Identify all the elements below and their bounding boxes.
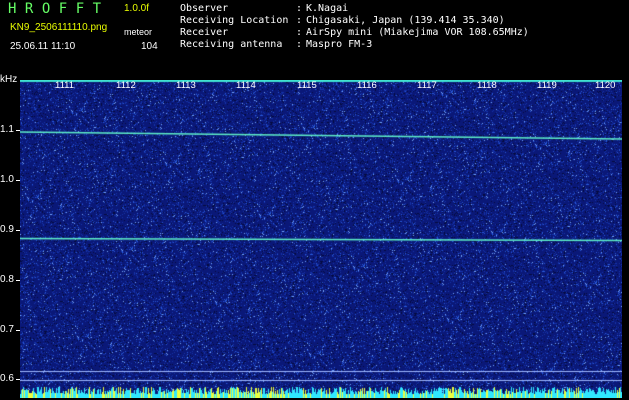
time-label: 1116 bbox=[357, 80, 377, 91]
info-separator: : bbox=[296, 39, 303, 50]
y-tick-label: 0.7 bbox=[0, 324, 14, 335]
time-label: 1118 bbox=[477, 80, 497, 91]
info-value: AirSpy mini (Miakejima VOR 108.65MHz) bbox=[306, 27, 529, 38]
datetime-label: 25.06.11 11:10 bbox=[10, 41, 76, 52]
info-separator: : bbox=[296, 15, 303, 26]
time-label: 1111 bbox=[55, 80, 75, 91]
y-tick-label: 0.8 bbox=[0, 274, 14, 285]
time-label: 1119 bbox=[537, 80, 557, 91]
meteor-label: meteor bbox=[124, 27, 153, 37]
y-tick-label: 1.1 bbox=[0, 124, 14, 135]
y-tick-label: 1.0 bbox=[0, 174, 14, 185]
info-label: Receiving Location bbox=[180, 15, 289, 26]
time-label: 1115 bbox=[297, 80, 317, 91]
info-label: Receiving antenna bbox=[180, 39, 283, 50]
info-value: Chigasaki, Japan (139.414 35.340) bbox=[306, 15, 505, 26]
info-label: Receiver bbox=[180, 27, 229, 38]
version-label: 1.0.0f bbox=[124, 3, 150, 14]
time-label: 1112 bbox=[116, 80, 136, 91]
info-separator: : bbox=[296, 3, 303, 14]
app-title: HROFFT bbox=[8, 1, 110, 17]
time-label: 1113 bbox=[176, 80, 196, 91]
meteor-count: 104 bbox=[141, 41, 158, 52]
y-tick-label: 0.9 bbox=[0, 224, 14, 235]
time-label: 1117 bbox=[417, 80, 437, 91]
info-value: Maspro FM-3 bbox=[306, 39, 373, 50]
info-label: Observer bbox=[180, 3, 229, 14]
info-separator: : bbox=[296, 27, 303, 38]
y-tick-label: 0.6 bbox=[0, 373, 14, 384]
spectrogram-canvas bbox=[20, 80, 622, 398]
time-label: 1120 bbox=[595, 80, 616, 91]
y-axis: 1.1 1.0 0.9 0.8 0.7 0.6 bbox=[0, 80, 20, 400]
filename-label: KN9_2506111110.png bbox=[10, 22, 108, 33]
time-label: 1114 bbox=[236, 80, 256, 91]
info-value: K.Nagai bbox=[306, 3, 349, 14]
